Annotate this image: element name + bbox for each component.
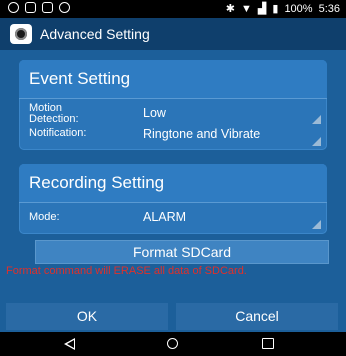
recording-setting-heading: Recording Setting [29,173,165,192]
home-circle-icon[interactable] [167,338,178,349]
ok-button[interactable]: OK [6,303,168,330]
cancel-button[interactable]: Cancel [176,303,338,330]
clock: 5:36 [318,2,340,15]
battery-icon: ▮ [272,3,279,15]
phone-icon [8,2,19,13]
dropdown-arrow-icon [312,137,321,146]
status-bar: ✱ ▼ ▟ ▮ 100% 5:36 [0,0,346,18]
mode-select[interactable]: ALARM [143,210,186,224]
recording-setting-header: Recording Setting [19,164,327,203]
status-system: ✱ ▼ ▟ ▮ 100% 5:36 [225,2,340,16]
format-warning-text: Format command will ERASE all data of SD… [6,265,247,277]
title-bar: Advanced Setting [0,18,346,50]
page-title: Advanced Setting [40,26,150,42]
dialog-actions: OK Cancel [0,302,346,332]
motion-detection-select[interactable]: Low [143,106,166,120]
event-setting-panel: Event Setting Motion Detection: Low Noti… [19,60,327,150]
system-nav-bar [0,332,346,356]
image-icon [42,2,53,13]
battery-percent: 100% [284,2,313,15]
recent-square-icon[interactable] [262,338,274,349]
message-icon [25,2,36,13]
event-setting-heading: Event Setting [29,69,131,88]
notification-label: Notification: [29,127,87,139]
signal-icon: ▟ [257,3,267,15]
mode-row[interactable]: Mode: ALARM [19,205,327,231]
notification-select[interactable]: Ringtone and Vibrate [143,127,260,141]
notification-row[interactable]: Notification: Ringtone and Vibrate [19,122,327,148]
event-setting-header: Event Setting [19,60,327,99]
recording-setting-panel: Recording Setting Mode: ALARM [19,164,327,234]
dropdown-arrow-icon [312,220,321,229]
app-notification-icon [59,2,70,13]
wifi-icon: ▼ [241,2,252,15]
format-sdcard-button[interactable]: Format SDCard [35,240,329,264]
bluetooth-icon: ✱ [225,3,236,15]
status-notifications [8,2,70,13]
back-triangle-icon[interactable] [64,338,75,350]
mode-label: Mode: [29,211,60,223]
camera-app-icon [10,24,32,44]
